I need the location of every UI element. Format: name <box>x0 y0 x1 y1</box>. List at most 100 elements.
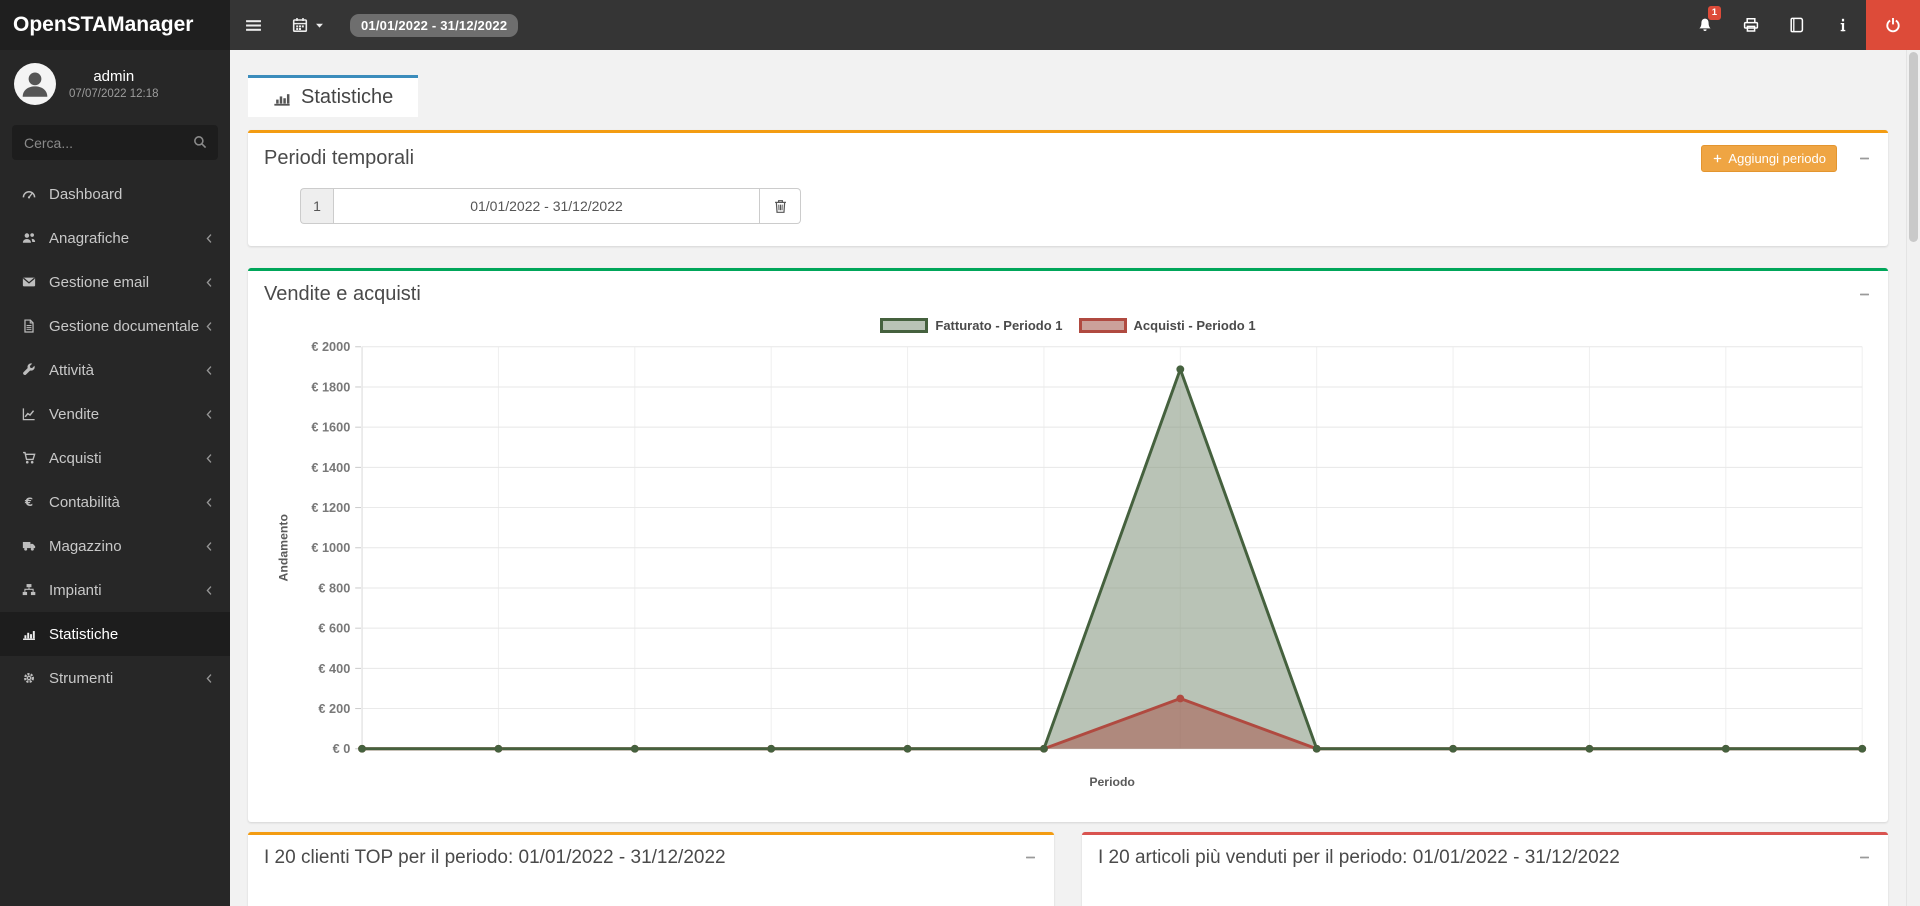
svg-text:€ 400: € 400 <box>318 661 350 676</box>
sidebar-item-label: Gestione documentale <box>49 318 199 335</box>
notification-count-badge: 1 <box>1708 6 1721 20</box>
date-range-badge[interactable]: 01/01/2022 - 31/12/2022 <box>350 14 518 37</box>
search-input[interactable] <box>12 125 218 160</box>
chevron-left-icon <box>203 540 216 553</box>
svg-text:€ 1000: € 1000 <box>311 540 350 555</box>
sales-chart: € 0 € 200 € 400 € 600 € 800 € 1000 € 1200 € 140… <box>264 335 1872 800</box>
sidebar-item-vendite[interactable]: Vendite <box>0 392 230 436</box>
add-period-button[interactable]: Aggiungi periodo <box>1701 145 1837 172</box>
sidebar-item-label: Anagrafiche <box>49 230 129 247</box>
svg-text:€ 1200: € 1200 <box>311 500 350 515</box>
print-button[interactable] <box>1728 0 1774 50</box>
sidebar-item-strumenti[interactable]: Strumenti <box>0 656 230 700</box>
power-icon <box>1885 17 1901 33</box>
period-row: 1 <box>300 188 801 224</box>
info-icon <box>1835 17 1851 33</box>
sidebar-item-label: Attività <box>49 362 94 379</box>
chart-line-icon <box>18 407 39 421</box>
calendar-icon <box>292 17 308 33</box>
chart-bar-icon <box>273 89 291 107</box>
legend-item: Acquisti - Periodo 1 <box>1079 318 1256 333</box>
docs-button[interactable] <box>1774 0 1820 50</box>
calendar-dropdown[interactable] <box>277 0 340 50</box>
caret-down-icon <box>314 20 325 31</box>
sidebar-item-impianti[interactable]: Impianti <box>0 568 230 612</box>
person-icon <box>18 67 52 101</box>
printer-icon <box>1743 17 1759 33</box>
tab-label: Statistiche <box>301 86 393 109</box>
sidebar-toggle-button[interactable] <box>230 0 277 50</box>
plus-icon <box>1712 153 1723 164</box>
gear-icon <box>18 671 39 685</box>
legend-swatch <box>1079 318 1127 333</box>
svg-text:€ 2000: € 2000 <box>311 339 350 354</box>
sidebar-item-contabilita[interactable]: € Contabilità <box>0 480 230 524</box>
period-range-input[interactable] <box>333 188 760 224</box>
wrench-icon <box>18 363 39 377</box>
periods-panel-title: Periodi temporali <box>264 147 414 170</box>
sales-panel: Vendite e acquisti Fatturato - Periodo 1… <box>248 268 1888 822</box>
euro-icon: € <box>18 495 39 509</box>
sitemap-icon <box>18 583 39 597</box>
svg-text:€ 1400: € 1400 <box>311 460 350 475</box>
avatar <box>14 63 56 105</box>
chart-bar-icon <box>18 627 39 641</box>
svg-text:€ 200: € 200 <box>318 701 350 716</box>
sidebar-item-acquisti[interactable]: Acquisti <box>0 436 230 480</box>
svg-text:Andamento: Andamento <box>277 514 291 581</box>
chevron-left-icon <box>203 672 216 685</box>
notifications-button[interactable]: 1 <box>1682 0 1728 50</box>
chevron-left-icon <box>203 232 216 245</box>
collapse-clients-button[interactable] <box>1023 850 1038 865</box>
sidebar-item-magazzino[interactable]: Magazzino <box>0 524 230 568</box>
users-icon <box>18 231 39 245</box>
delete-period-button[interactable] <box>760 188 801 224</box>
main-content: Statistiche Periodi temporali Aggiungi p… <box>230 50 1906 906</box>
legend-label: Acquisti - Periodo 1 <box>1134 318 1256 333</box>
scrollbar-thumb[interactable] <box>1909 52 1918 242</box>
hamburger-icon <box>245 17 262 34</box>
sidebar-item-gestione-email[interactable]: Gestione email <box>0 260 230 304</box>
user-panel: admin 07/07/2022 12:18 <box>0 50 230 115</box>
add-period-label: Aggiungi periodo <box>1728 151 1826 166</box>
info-button[interactable] <box>1820 0 1866 50</box>
tab-statistiche[interactable]: Statistiche <box>248 75 418 117</box>
svg-text:€ 1800: € 1800 <box>311 379 350 394</box>
svg-text:€ 600: € 600 <box>318 621 350 636</box>
user-name: admin <box>93 68 134 85</box>
chevron-left-icon <box>203 320 216 333</box>
sidebar-item-anagrafiche[interactable]: Anagrafiche <box>0 216 230 260</box>
envelope-icon <box>18 275 39 289</box>
collapse-periods-button[interactable] <box>1857 151 1872 166</box>
top-articles-title: I 20 articoli più venduti per il periodo… <box>1098 847 1620 869</box>
cart-icon <box>18 451 39 465</box>
sidebar-item-label: Dashboard <box>49 186 122 203</box>
truck-icon <box>18 539 39 553</box>
sales-panel-title: Vendite e acquisti <box>264 283 421 306</box>
sidebar-item-label: Acquisti <box>49 450 102 467</box>
sidebar-nav: Dashboard Anagrafiche Gestione email Gestio… <box>0 172 230 700</box>
collapse-articles-button[interactable] <box>1857 850 1872 865</box>
chevron-left-icon <box>203 276 216 289</box>
svg-text:€ 0: € 0 <box>333 741 351 756</box>
book-icon <box>1789 17 1805 33</box>
logout-button[interactable] <box>1866 0 1920 50</box>
sidebar-item-statistiche[interactable]: Statistiche <box>0 612 230 656</box>
legend-label: Fatturato - Periodo 1 <box>935 318 1062 333</box>
search-icon[interactable] <box>193 135 207 149</box>
svg-text:Periodo: Periodo <box>1089 775 1135 789</box>
login-datetime: 07/07/2022 12:18 <box>69 88 159 100</box>
sidebar-item-label: Contabilità <box>49 494 120 511</box>
sidebar-item-gestione-documentale[interactable]: Gestione documentale <box>0 304 230 348</box>
sidebar-item-attivita[interactable]: Attività <box>0 348 230 392</box>
svg-text:€ 800: € 800 <box>318 580 350 595</box>
sidebar-item-label: Gestione email <box>49 274 149 291</box>
sidebar-item-label: Strumenti <box>49 670 113 687</box>
sidebar-item-dashboard[interactable]: Dashboard <box>0 172 230 216</box>
svg-text:€ 1600: € 1600 <box>311 420 350 435</box>
sidebar-item-label: Statistiche <box>49 626 118 643</box>
collapse-sales-button[interactable] <box>1857 287 1872 302</box>
chevron-left-icon <box>203 364 216 377</box>
page-scrollbar[interactable] <box>1906 50 1920 906</box>
top-clients-panel: I 20 clienti TOP per il periodo: 01/01/2… <box>248 832 1054 906</box>
